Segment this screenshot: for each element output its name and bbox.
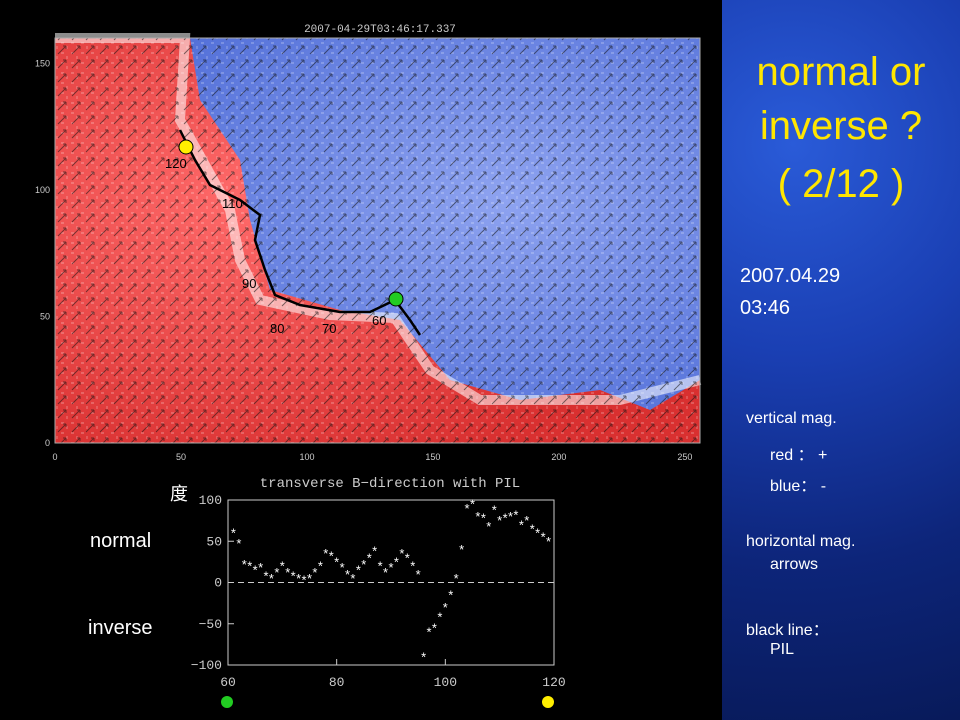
green-marker	[388, 291, 404, 307]
data-point: *	[420, 651, 428, 666]
map-x-tick: 100	[299, 452, 314, 462]
inverse-label: inverse	[88, 617, 153, 639]
normal-label: normal	[90, 530, 152, 552]
pil-label-70: 70	[322, 321, 336, 336]
map-y-tick: 0	[45, 438, 50, 448]
map-timestamp: 2007-04-29T03:46:17.337	[304, 24, 456, 36]
yellow-marker	[178, 139, 194, 155]
map-x-tick: 50	[176, 452, 186, 462]
y-tick-label: 100	[199, 493, 222, 508]
y-tick-label: −50	[199, 617, 222, 632]
map-x-tick: 150	[425, 452, 440, 462]
data-point: *	[447, 589, 455, 604]
unit-label: 度	[170, 484, 188, 504]
map-y-tick: 50	[40, 311, 50, 321]
x-tick-label: 80	[329, 675, 345, 690]
data-point: *	[414, 568, 422, 583]
legend-arrows: arrows	[770, 556, 819, 573]
legend-pil: PIL	[770, 641, 795, 658]
map-x-tick: 200	[551, 452, 566, 462]
time-text: 03:46	[740, 297, 791, 319]
y-tick-label: 0	[214, 576, 222, 591]
data-point: *	[371, 545, 379, 560]
scatter-points: ****************************************…	[230, 498, 553, 666]
data-point: *	[485, 520, 493, 535]
data-point: *	[452, 572, 460, 587]
y-tick-label: 50	[206, 534, 222, 549]
date-text: 2007.04.29	[740, 265, 841, 287]
data-point: *	[458, 544, 466, 559]
y-tick-label: −100	[191, 658, 222, 673]
x-tick-label: 100	[434, 675, 457, 690]
title-line-1: normal or	[756, 50, 926, 94]
pil-label-60: 60	[372, 313, 386, 328]
figure-area: 120 110 90 80 70 60 2007-04-29T03:46:17.…	[0, 0, 722, 720]
legend-red: red ： +	[770, 447, 828, 464]
x-tick-label: 60	[220, 675, 236, 690]
pil-label-90: 90	[242, 276, 256, 291]
map-y-tick: 100	[35, 185, 50, 195]
magnetogram-figure: 120 110 90 80 70 60 2007-04-29T03:46:17.…	[35, 24, 702, 708]
map-x-tick: 0	[52, 452, 57, 462]
scatter-chart: transverse B−direction with PIL 60 80 100 1…	[191, 476, 566, 708]
title-line-3: ( 2/12 )	[777, 162, 905, 206]
legend-blue: blue： -	[770, 478, 827, 495]
legend-horizontal: horizontal mag.	[746, 533, 856, 550]
x-tick-label: 120	[542, 675, 565, 690]
magnetogram-panel: 120 110 90 80 70 60 2007-04-29T03:46:17.…	[35, 24, 702, 462]
legend-black-line: black line：	[746, 622, 829, 639]
map-y-tick: 150	[35, 58, 50, 68]
pil-label-120: 120	[165, 156, 187, 171]
title-line-2: inverse ?	[759, 104, 923, 148]
chart-title: transverse B−direction with PIL	[260, 476, 520, 492]
legend-vertical: vertical mag.	[746, 410, 837, 427]
side-panel: normal or inverse ? ( 2/12 ) 2007.04.29 …	[722, 0, 960, 720]
data-point: *	[235, 538, 243, 553]
yellow-marker-chart	[542, 696, 554, 708]
data-point: *	[545, 535, 553, 550]
map-x-tick: 250	[677, 452, 692, 462]
pil-label-110: 110	[222, 196, 243, 211]
green-marker-chart	[221, 696, 233, 708]
pil-label-80: 80	[270, 321, 284, 336]
